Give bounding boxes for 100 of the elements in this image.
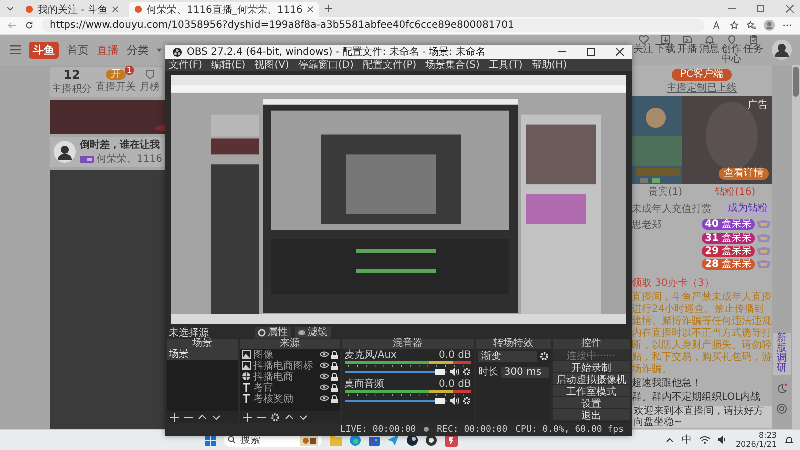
menu-item[interactable]: 帮助(H) — [532, 58, 568, 72]
address-bar[interactable]: https://www.douyu.com/10358956?dyshid=199a8f8a-a3b5581abfee40fc6cce89e800081701 — [42, 19, 705, 32]
restore-icon[interactable] — [757, 4, 765, 12]
close-icon[interactable] — [616, 48, 624, 56]
chevron-up-icon[interactable] — [666, 437, 674, 443]
close-icon[interactable] — [112, 6, 119, 13]
scene-item[interactable]: 场景 — [167, 349, 238, 360]
speaker-icon[interactable] — [718, 436, 728, 444]
star-icon[interactable] — [730, 21, 739, 30]
header-link[interactable]: 任务 — [743, 35, 764, 65]
shield-icon — [146, 70, 154, 80]
profile-icon[interactable] — [764, 20, 775, 31]
rank-label[interactable]: 月榜 — [140, 80, 160, 94]
streamer-name[interactable]: 何荣荣、1116 — [97, 152, 162, 166]
custom-note-link[interactable]: 主播定制已上线 — [632, 83, 772, 94]
filters-button[interactable]: 滤镜 — [295, 327, 331, 338]
dock-header: 控件 — [552, 339, 630, 349]
header-link[interactable]: 下载 — [655, 35, 676, 65]
move-up-icon[interactable] — [198, 412, 207, 422]
control-button[interactable]: 退出 — [552, 409, 630, 421]
lock-icon[interactable] — [330, 394, 338, 402]
browser-tab[interactable]: 何荣荣、1116直播_何荣荣、1116 — [128, 2, 319, 17]
eye-icon[interactable] — [320, 373, 328, 380]
scrollbar-thumb[interactable] — [793, 67, 799, 97]
lock-icon[interactable] — [330, 372, 338, 380]
input-language[interactable]: 中 — [682, 433, 692, 447]
lock-icon[interactable] — [330, 350, 338, 358]
add-icon[interactable] — [243, 412, 252, 422]
panel-tab[interactable]: 贵宾(1) — [648, 186, 682, 200]
source-item[interactable]: 考官 — [253, 380, 318, 394]
clock-date[interactable]: 2026/1/21 — [736, 440, 777, 449]
speaker-icon[interactable] — [450, 368, 460, 376]
control-button[interactable]: 设置 — [552, 397, 630, 409]
close-icon[interactable] — [306, 6, 314, 13]
add-icon[interactable] — [170, 412, 179, 422]
live-switch[interactable]: 开 — [106, 70, 126, 80]
header-link[interactable]: 开播 — [677, 35, 698, 65]
crest-icon — [756, 219, 772, 230]
settings-icon[interactable] — [540, 352, 549, 361]
settings-icon[interactable] — [463, 368, 472, 376]
favorites-icon[interactable] — [747, 21, 756, 30]
header-link[interactable]: 关注 — [633, 35, 654, 65]
store-icon[interactable] — [369, 434, 380, 446]
notification-icon[interactable] — [785, 436, 794, 444]
move-down-icon[interactable] — [299, 412, 308, 422]
control-button[interactable]: 开始录制 — [552, 361, 630, 373]
menu-item[interactable]: 工具(T) — [488, 58, 523, 72]
eye-icon[interactable] — [320, 351, 328, 358]
properties-button[interactable]: 属性 — [255, 327, 291, 338]
new-tab-icon[interactable] — [324, 4, 333, 13]
clock-time[interactable]: 8:23 — [759, 431, 777, 440]
source-item[interactable]: 考核奖励 — [253, 392, 318, 406]
browser-icon[interactable] — [350, 434, 362, 446]
control-button[interactable]: 工作室模式 — [552, 385, 630, 397]
header-link[interactable]: 消息 — [699, 35, 720, 65]
menu-item[interactable]: 停靠窗口(D) — [298, 58, 354, 72]
read-aloud-icon[interactable] — [713, 21, 722, 30]
eye-icon[interactable] — [320, 384, 328, 391]
ring-icon[interactable] — [776, 403, 788, 415]
move-down-icon[interactable] — [212, 412, 221, 422]
streamer-avatar[interactable] — [54, 141, 76, 163]
move-up-icon[interactable] — [285, 412, 294, 422]
lock-icon[interactable] — [330, 384, 338, 392]
maximize-icon[interactable] — [587, 48, 595, 56]
menu-item[interactable]: 编辑(E) — [212, 58, 246, 72]
record-icon[interactable] — [426, 434, 438, 446]
camera-icon — [682, 35, 692, 45]
eye-icon[interactable] — [320, 362, 328, 369]
menu-item[interactable]: 场景集合(S) — [426, 58, 480, 72]
pc-client-button[interactable]: PC客户端 — [672, 69, 732, 81]
header-link[interactable]: 创作中心 — [721, 35, 742, 65]
settings-icon[interactable] — [463, 397, 472, 405]
control-button[interactable]: 启动虚拟摄像机 — [552, 373, 630, 385]
user-avatar[interactable] — [772, 40, 792, 60]
menu-item[interactable]: 文件(F) — [169, 58, 203, 72]
source-item[interactable]: 图像 — [253, 349, 318, 362]
start-icon[interactable] — [205, 434, 216, 446]
logo[interactable]: 斗鱼 — [29, 42, 59, 58]
menu-icon[interactable] — [10, 45, 21, 55]
settings-icon[interactable] — [271, 412, 280, 422]
chat-message: 超速我跟他急！ — [632, 378, 703, 390]
lock-icon[interactable] — [330, 362, 338, 370]
browser-tab[interactable]: 我的关注 - 斗鱼 — [20, 2, 124, 17]
source-item[interactable]: 抖播电商 — [253, 370, 318, 384]
nav-link[interactable]: 首页 — [67, 42, 89, 58]
menu-item[interactable]: 配置文件(P) — [362, 58, 417, 72]
game-icon[interactable] — [407, 434, 418, 446]
eye-icon[interactable] — [320, 395, 328, 402]
view-details-button[interactable]: 查看详情 — [719, 168, 769, 180]
reload-icon[interactable] — [25, 21, 34, 30]
menu-item[interactable]: 视图(V) — [254, 58, 290, 72]
transition-dropdown[interactable]: 渐变 — [478, 351, 537, 362]
speaker-icon[interactable] — [450, 397, 460, 405]
survey-button[interactable]: 新版调研 — [773, 333, 791, 375]
wifi-icon[interactable] — [700, 436, 710, 444]
duration-field[interactable]: 300 ms — [501, 366, 549, 378]
join-button[interactable]: 成为钻粉 — [724, 203, 772, 215]
source-item[interactable]: 抖播电商图标 — [253, 358, 318, 372]
nav-link[interactable]: 分类 — [127, 42, 149, 58]
moon-icon[interactable] — [776, 383, 788, 395]
